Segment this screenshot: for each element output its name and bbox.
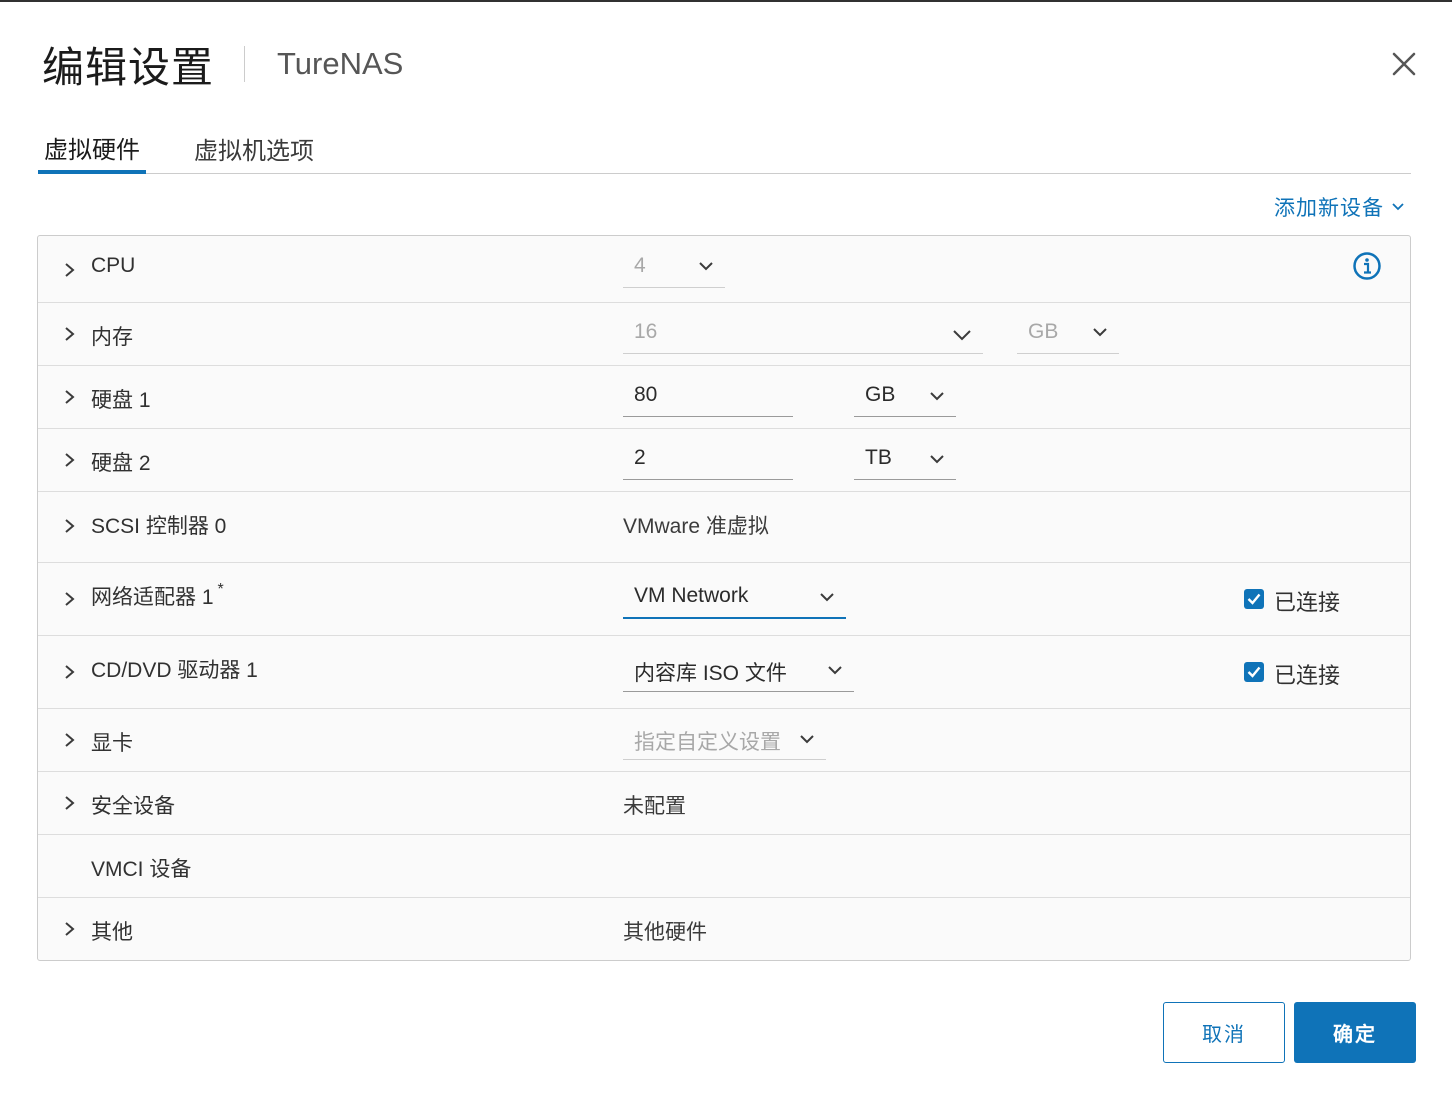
security-device-value: 未配置 (623, 795, 686, 818)
disk2-label: 硬盘 2 (91, 452, 151, 475)
scsi-label: SCSI 控制器 0 (91, 515, 227, 538)
checkmark-icon (1247, 666, 1261, 678)
chevron-right-icon[interactable] (64, 389, 76, 405)
chevron-right-icon[interactable] (64, 591, 76, 607)
memory-label: 内存 (91, 326, 133, 349)
tab-bar: 虚拟硬件 虚拟机选项 (38, 122, 1411, 174)
memory-size-value: 16 (634, 320, 658, 343)
disk1-size-input[interactable]: 80 (623, 383, 793, 417)
hardware-row-other: 其他 其他硬件 (38, 898, 1410, 960)
chevron-down-icon (1093, 328, 1107, 337)
cpu-label: CPU (91, 254, 136, 277)
cancel-button[interactable]: 取消 (1163, 1002, 1285, 1063)
chevron-right-icon[interactable] (64, 795, 76, 811)
chevron-right-icon[interactable] (64, 518, 76, 534)
cdrom-source-select[interactable]: 内容库 ISO 文件 (623, 657, 854, 692)
memory-unit-value: GB (1028, 320, 1059, 343)
cdrom-label: CD/DVD 驱动器 1 (91, 659, 258, 682)
hardware-row-video: 显卡 指定自定义设置 (38, 709, 1410, 772)
close-icon[interactable] (1388, 48, 1420, 80)
network-adapter-label: 网络适配器 1 * (91, 581, 224, 611)
chevron-right-icon[interactable] (64, 732, 76, 748)
hardware-row-network: 网络适配器 1 * VM Network 已连接 (38, 563, 1410, 636)
info-icon[interactable] (1352, 251, 1382, 281)
hardware-list: CPU 4 内存 16 GB 硬盘 1 80 GB 硬盘 2 2 TB SCSI… (37, 235, 1411, 961)
network-select-value: VM Network (634, 584, 749, 607)
network-connected-toggle: 已连接 (1244, 581, 1340, 617)
hardware-row-disk1: 硬盘 1 80 GB (38, 366, 1410, 429)
hardware-row-security: 安全设备 未配置 (38, 772, 1410, 835)
memory-unit-select[interactable]: GB (1017, 320, 1119, 354)
disk2-unit-select[interactable]: TB (854, 446, 956, 480)
cdrom-connected-label: 已连接 (1274, 663, 1341, 688)
security-device-label: 安全设备 (91, 795, 175, 818)
tab-vm-options[interactable]: 虚拟机选项 (188, 122, 320, 174)
cdrom-source-value: 内容库 ISO 文件 (634, 662, 787, 685)
cpu-count-select[interactable]: 4 (623, 254, 725, 288)
dialog-title: 编辑设置 (42, 43, 215, 91)
hardware-row-disk2: 硬盘 2 2 TB (38, 429, 1410, 492)
disk2-unit-value: TB (865, 446, 892, 469)
chevron-down-icon (930, 392, 944, 401)
video-card-label: 显卡 (91, 732, 133, 755)
hardware-row-scsi: SCSI 控制器 0 VMware 准虚拟 (38, 492, 1410, 563)
disk1-size-value: 80 (634, 383, 658, 406)
required-mark: * (217, 581, 224, 598)
network-connected-checkbox[interactable] (1244, 589, 1264, 609)
chevron-down-icon (820, 593, 834, 602)
cdrom-connected-checkbox[interactable] (1244, 662, 1264, 682)
chevron-down-icon (800, 735, 814, 744)
disk1-label: 硬盘 1 (91, 389, 151, 412)
network-select[interactable]: VM Network (623, 584, 846, 619)
disk1-unit-value: GB (865, 383, 896, 406)
other-hardware-value: 其他硬件 (623, 921, 707, 944)
title-divider (244, 46, 246, 82)
chevron-right-icon[interactable] (64, 326, 76, 342)
chevron-down-icon (699, 262, 713, 271)
tab-virtual-hardware[interactable]: 虚拟硬件 (38, 122, 146, 174)
disk1-unit-select[interactable]: GB (854, 383, 956, 417)
hardware-row-cpu: CPU 4 (38, 236, 1410, 303)
checkmark-icon (1247, 593, 1261, 605)
network-adapter-label-text: 网络适配器 1 (91, 586, 214, 609)
hardware-row-cdrom: CD/DVD 驱动器 1 内容库 ISO 文件 已连接 (38, 636, 1410, 709)
chevron-right-icon[interactable] (64, 262, 76, 278)
cdrom-connected-toggle: 已连接 (1244, 654, 1340, 690)
add-new-device-label: 添加新设备 (1274, 197, 1384, 220)
chevron-down-icon (953, 330, 971, 341)
disk2-size-input[interactable]: 2 (623, 446, 793, 480)
chevron-right-icon[interactable] (64, 664, 76, 680)
network-connected-label: 已连接 (1274, 590, 1341, 615)
video-card-value: 指定自定义设置 (634, 731, 781, 754)
video-card-select[interactable]: 指定自定义设置 (623, 726, 826, 760)
memory-size-input[interactable]: 16 (623, 320, 983, 354)
add-new-device-button[interactable]: 添加新设备 (1274, 192, 1404, 222)
hardware-row-vmci: VMCI 设备 (38, 835, 1410, 898)
dialog-header: 编辑设置 TureNAS (42, 36, 403, 92)
disk2-size-value: 2 (634, 446, 646, 469)
top-border (0, 0, 1452, 2)
chevron-right-icon[interactable] (64, 452, 76, 468)
chevron-down-icon (1392, 203, 1404, 211)
hardware-row-memory: 内存 16 GB (38, 303, 1410, 366)
ok-button[interactable]: 确定 (1294, 1002, 1416, 1063)
vmci-label: VMCI 设备 (91, 858, 192, 881)
cpu-count-value: 4 (634, 254, 646, 277)
vm-name: TureNAS (277, 46, 404, 81)
other-label: 其他 (91, 921, 133, 944)
chevron-right-icon[interactable] (64, 921, 76, 937)
scsi-type-value: VMware 准虚拟 (623, 515, 769, 538)
chevron-down-icon (930, 455, 944, 464)
chevron-down-icon (828, 666, 842, 675)
